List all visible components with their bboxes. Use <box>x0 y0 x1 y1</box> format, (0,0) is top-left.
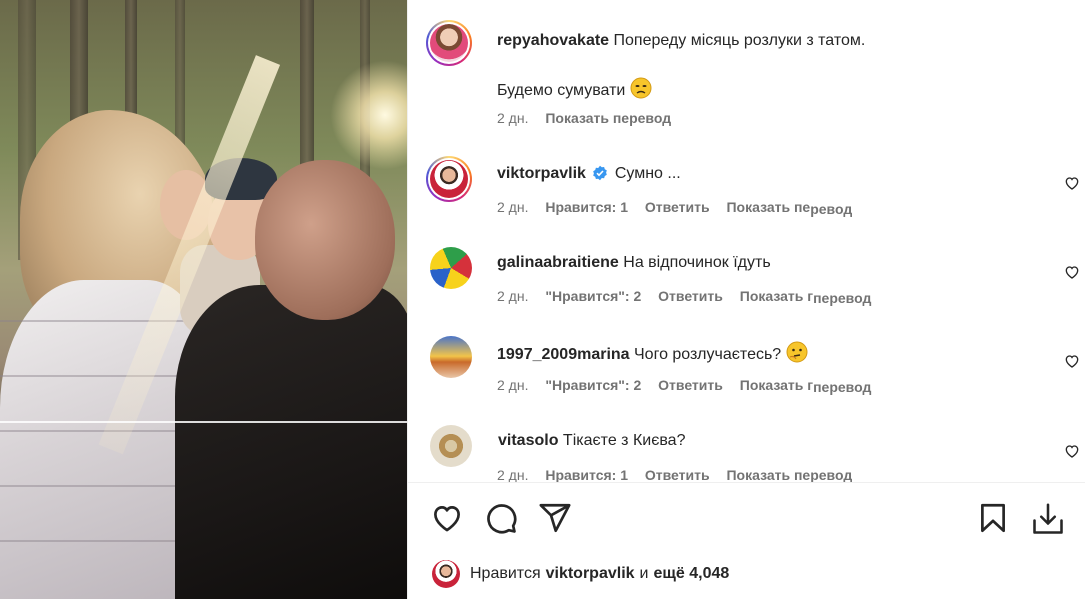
comment-like-heart-icon[interactable] <box>1064 264 1080 280</box>
comment-likes-count[interactable]: Нравится: 1 <box>545 199 628 215</box>
likes-user-link[interactable]: viktorpavlik <box>546 565 635 583</box>
show-translation-link[interactable]: Показать гперевод <box>740 288 872 306</box>
comments-list[interactable]: repyahovakate Попереду місяць розлуки з … <box>408 0 1085 482</box>
comment-username[interactable]: galinaabraitiene <box>497 254 619 271</box>
comment-text: Тікаєте з Києва? <box>562 432 686 449</box>
likes-prefix: Нравится <box>470 565 541 582</box>
comment-text-cont: ки з татом. <box>785 32 866 49</box>
comment-text-line2: Будемо сумувати <box>497 82 626 99</box>
post-photo[interactable] <box>0 0 407 599</box>
avatar <box>432 560 460 588</box>
comment-text: Чого розлучаєтесь? <box>634 346 782 363</box>
comment-time: 2 дн. <box>497 377 529 393</box>
reply-button[interactable]: Ответить <box>645 199 710 215</box>
show-translation-link[interactable]: Показать перевод <box>726 467 852 482</box>
sad-face-icon <box>630 77 652 106</box>
man-head <box>255 160 395 320</box>
comment-text: Сумно ... <box>614 165 681 182</box>
sun-glare <box>330 60 407 170</box>
comment-username[interactable]: vitasolo <box>498 432 558 449</box>
reply-button[interactable]: Ответить <box>645 467 710 482</box>
comment-likes-count[interactable]: "Нравится": 2 <box>545 288 641 304</box>
avatar[interactable] <box>430 247 472 289</box>
reply-button[interactable]: Ответить <box>658 288 723 304</box>
post-side-panel: repyahovakate Попереду місяць розлуки з … <box>407 0 1085 599</box>
reply-button[interactable]: Ответить <box>658 377 723 393</box>
comment-like-heart-icon[interactable] <box>1064 353 1080 369</box>
leather-coat <box>175 285 407 599</box>
avatar[interactable] <box>430 336 472 378</box>
thinking-face-icon <box>786 341 808 370</box>
comment-username[interactable]: 1997_2009marina <box>497 346 630 363</box>
avatar[interactable] <box>426 156 472 202</box>
avatar[interactable] <box>430 425 472 467</box>
comment-likes-count[interactable]: "Нравится": 2 <box>545 377 641 393</box>
comment-text: На відпочинок їдуть <box>623 254 771 271</box>
verified-badge-icon <box>592 165 608 181</box>
likes-summary[interactable]: Нравится viktorpavlik и ещё 4,048 <box>432 559 734 589</box>
comment-time: 2 дн. <box>497 288 529 304</box>
bookmark-icon[interactable] <box>976 501 1012 537</box>
show-translation-link[interactable]: Показать перевод <box>545 110 671 126</box>
comment-username[interactable]: viktorpavlik <box>497 165 586 182</box>
comment-icon[interactable] <box>484 501 520 537</box>
photo-line <box>0 421 407 423</box>
like-heart-icon[interactable] <box>430 501 466 537</box>
share-icon[interactable] <box>538 501 574 537</box>
comment-likes-count[interactable]: Нравится: 1 <box>545 467 628 482</box>
likes-count-link[interactable]: ещё 4,048 <box>653 565 729 583</box>
comment-like-heart-icon[interactable] <box>1064 443 1080 459</box>
post-actions-bar: Нравится viktorpavlik и ещё 4,048 <box>408 482 1085 599</box>
likes-conjunction: и <box>639 565 649 582</box>
show-translation-link[interactable]: Показать перевод <box>726 199 852 217</box>
comment-time: 2 дн. <box>497 467 529 482</box>
comment-username[interactable]: repyahovakate <box>497 32 609 49</box>
avatar[interactable] <box>426 20 472 66</box>
comment-time: 2 дн. <box>497 199 529 215</box>
show-translation-link[interactable]: Показать гперевод <box>740 377 872 395</box>
download-icon[interactable] <box>1030 501 1066 537</box>
comment-time: 2 дн. <box>497 110 529 126</box>
comment-like-heart-icon[interactable] <box>1064 175 1080 191</box>
comment-text: Попереду місяць розлу <box>613 32 786 49</box>
